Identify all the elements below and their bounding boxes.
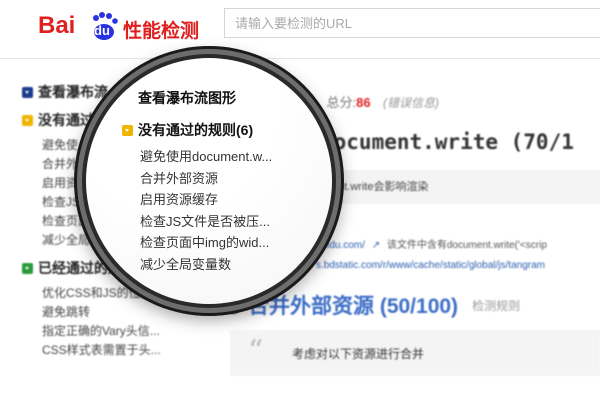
external-link-icon[interactable]: ↗ (372, 240, 380, 251)
logo-du-text: du (94, 23, 110, 38)
collapse-icon (22, 114, 33, 126)
quote-icon: “ (248, 334, 264, 369)
url-search-box[interactable] (224, 8, 600, 38)
resource-link[interactable]: s.bdstatic.com/r/www/cache/static/global… (316, 260, 545, 271)
failed-rules-list: 避免使用document.w... 合并外部资源 启用资源缓存 检查JS文件是否… (140, 146, 272, 275)
passed-rule-item[interactable]: CSS样式表需置于头... (22, 341, 212, 360)
rule-description-box: “ 考虑对以下资源进行合并 (230, 330, 600, 376)
failed-rule-item[interactable]: 避免使用document.w... (140, 146, 272, 168)
error-info-link[interactable]: (错误信息) (383, 96, 439, 110)
score-value: 86 (356, 95, 371, 110)
check-rule-link[interactable]: 检测规则 (472, 297, 520, 314)
resource-row: baidu.com/ ↗ 该文件中含有document.write('<scri… (316, 236, 547, 251)
failed-rules-header[interactable]: 没有通过的规则(6) (122, 120, 253, 140)
logo-bai-text: Bai (38, 12, 76, 39)
logo-name: 性能检测 (123, 21, 200, 42)
rule-title: 用document.write (70/1 (300, 130, 574, 154)
collapse-icon (22, 86, 33, 98)
collapse-icon (122, 124, 133, 136)
resource-note: 该文件中含有document.write('<scrip (386, 240, 547, 251)
failed-rules-label: 没有通过的规则(6) (138, 122, 254, 138)
passed-rule-item[interactable]: 避免跳转 (22, 303, 212, 322)
failed-rule-item[interactable]: 启用资源缓存 (140, 189, 272, 211)
magnifier-lens: 查看瀑布流图形 没有通过的规则(6) 避免使用document.w... 合并外… (86, 58, 332, 304)
failed-rule-item[interactable]: 合并外部资源 (140, 168, 272, 190)
rule-description: 考虑对以下资源进行合并 (292, 347, 425, 361)
view-waterfall-label: 查看瀑布流图形 (138, 90, 236, 106)
failed-rule-item[interactable]: 检查页面中img的wid... (140, 232, 272, 254)
header: Bai du 性能检测 (0, 0, 600, 59)
collapse-icon (22, 262, 33, 274)
view-waterfall-link[interactable]: 查看瀑布流图形 (138, 88, 236, 108)
url-input[interactable] (225, 9, 600, 37)
rule-description: nt.write会影响渲染 (308, 170, 600, 204)
passed-rule-item[interactable]: 指定正确的Vary头信... (22, 322, 212, 341)
failed-rule-item[interactable]: 检查JS文件是否被压... (140, 211, 272, 233)
failed-rule-item[interactable]: 减少全局变量数 (140, 254, 272, 276)
baidu-logo[interactable]: Bai du 性能检测 (38, 10, 208, 46)
